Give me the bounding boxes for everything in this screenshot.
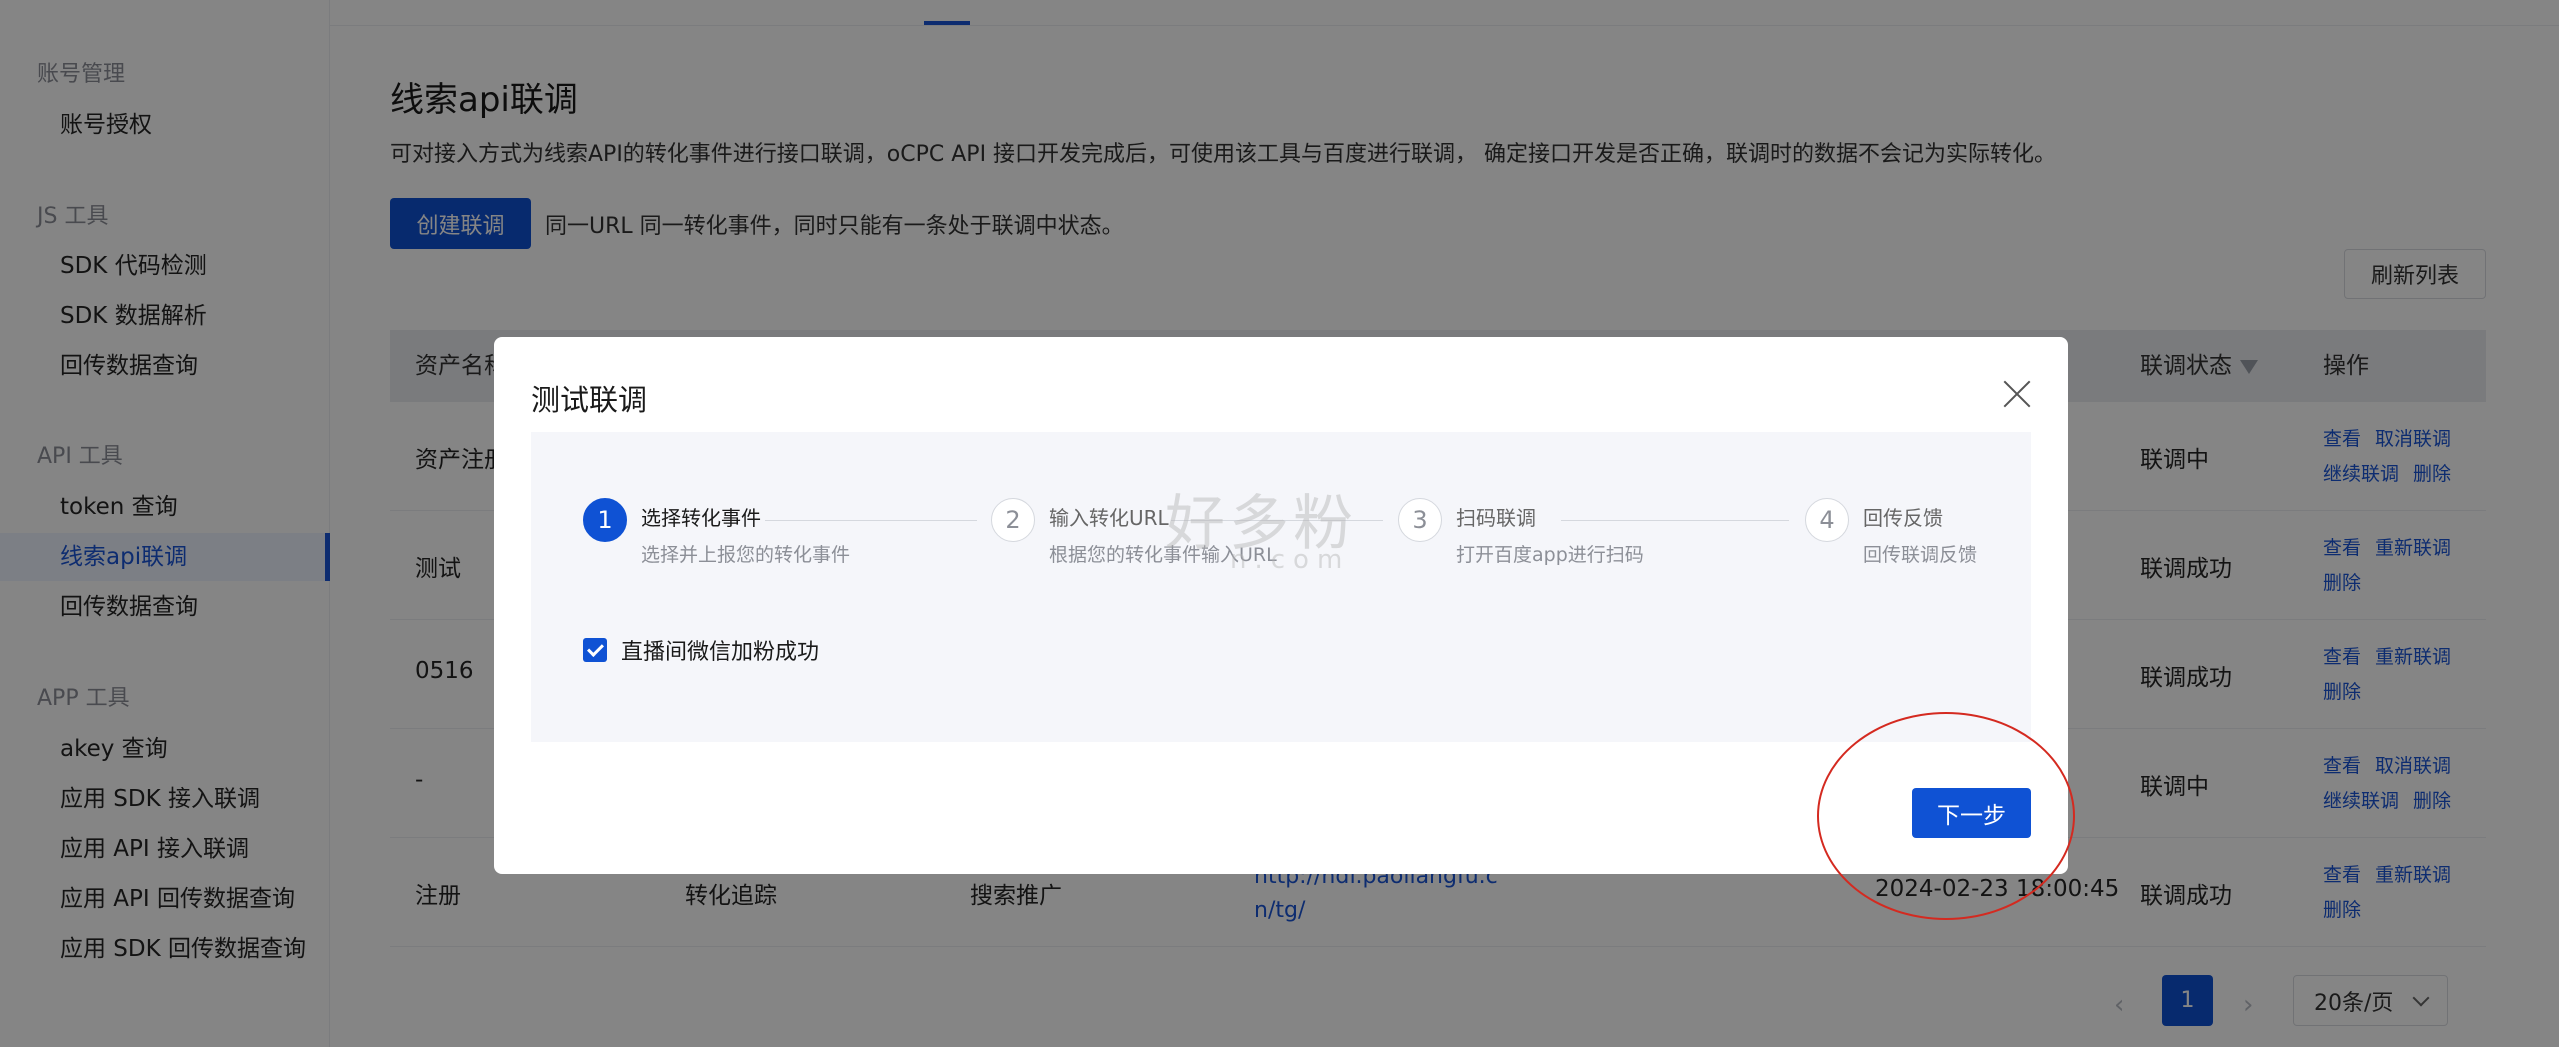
- step-4-number: 4: [1805, 498, 1849, 542]
- conversion-event-label: 直播间微信加粉成功: [621, 640, 820, 665]
- step-1-number: 1: [583, 498, 627, 542]
- watermark-domain: n.com: [1230, 545, 1351, 575]
- step-3-desc: 打开百度app进行扫码: [1456, 544, 1644, 566]
- conversion-event-checkbox[interactable]: 直播间微信加粉成功: [583, 634, 819, 666]
- step-4-desc: 回传联调反馈: [1863, 544, 1978, 566]
- step-3-title: 扫码联调: [1456, 506, 1536, 530]
- step-4-title: 回传反馈: [1863, 506, 1943, 530]
- close-icon[interactable]: [2002, 379, 2032, 409]
- step-1-title: 选择转化事件: [641, 506, 761, 530]
- highlight-annotation-ellipse: [1817, 712, 2075, 920]
- step-3-number: 3: [1398, 498, 1442, 542]
- checkbox-checked-icon[interactable]: [583, 638, 607, 662]
- step-2-title: 输入转化URL: [1049, 506, 1169, 530]
- step-connector: [1561, 520, 1789, 521]
- step-2-number: 2: [991, 498, 1035, 542]
- step-1-desc: 选择并上报您的转化事件: [641, 544, 851, 566]
- step-connector: [765, 520, 977, 521]
- modal-title: 测试联调: [531, 383, 648, 417]
